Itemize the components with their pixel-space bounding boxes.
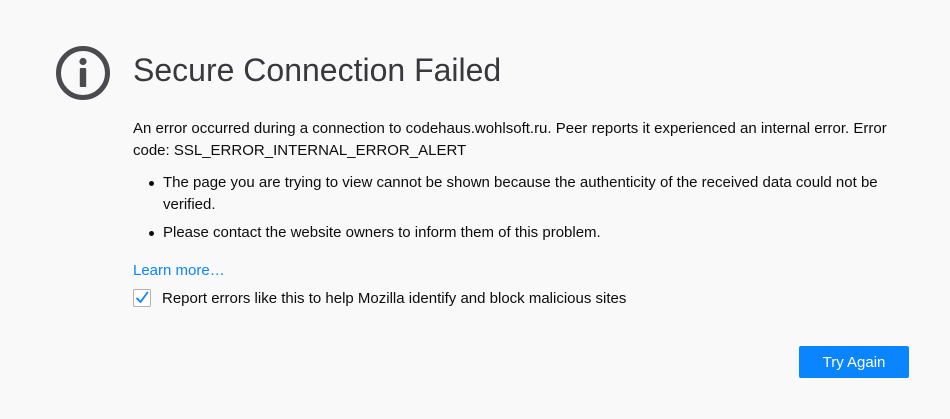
error-bullet-list: The page you are trying to view cannot b… [133, 172, 893, 244]
list-item: Please contact the website owners to inf… [133, 222, 893, 244]
page-title: Secure Connection Failed [133, 52, 502, 88]
report-errors-checkbox[interactable] [133, 289, 151, 307]
checkmark-icon [136, 291, 149, 303]
error-description: An error occurred during a connection to… [133, 120, 887, 159]
bullet-text: The page you are trying to view cannot b… [163, 174, 878, 213]
info-icon [56, 46, 110, 100]
try-again-button[interactable]: Try Again [799, 346, 909, 378]
bullet-dot [149, 231, 154, 236]
error-content: An error occurred during a connection to… [133, 118, 893, 282]
report-errors-label: Report errors like this to help Mozilla … [162, 289, 627, 307]
bullet-dot [149, 181, 154, 186]
bullet-text: Please contact the website owners to inf… [163, 224, 601, 241]
learn-more-link[interactable]: Learn more… [133, 260, 225, 282]
list-item: The page you are trying to view cannot b… [133, 172, 893, 216]
report-errors-row: Report errors like this to help Mozilla … [133, 289, 626, 307]
